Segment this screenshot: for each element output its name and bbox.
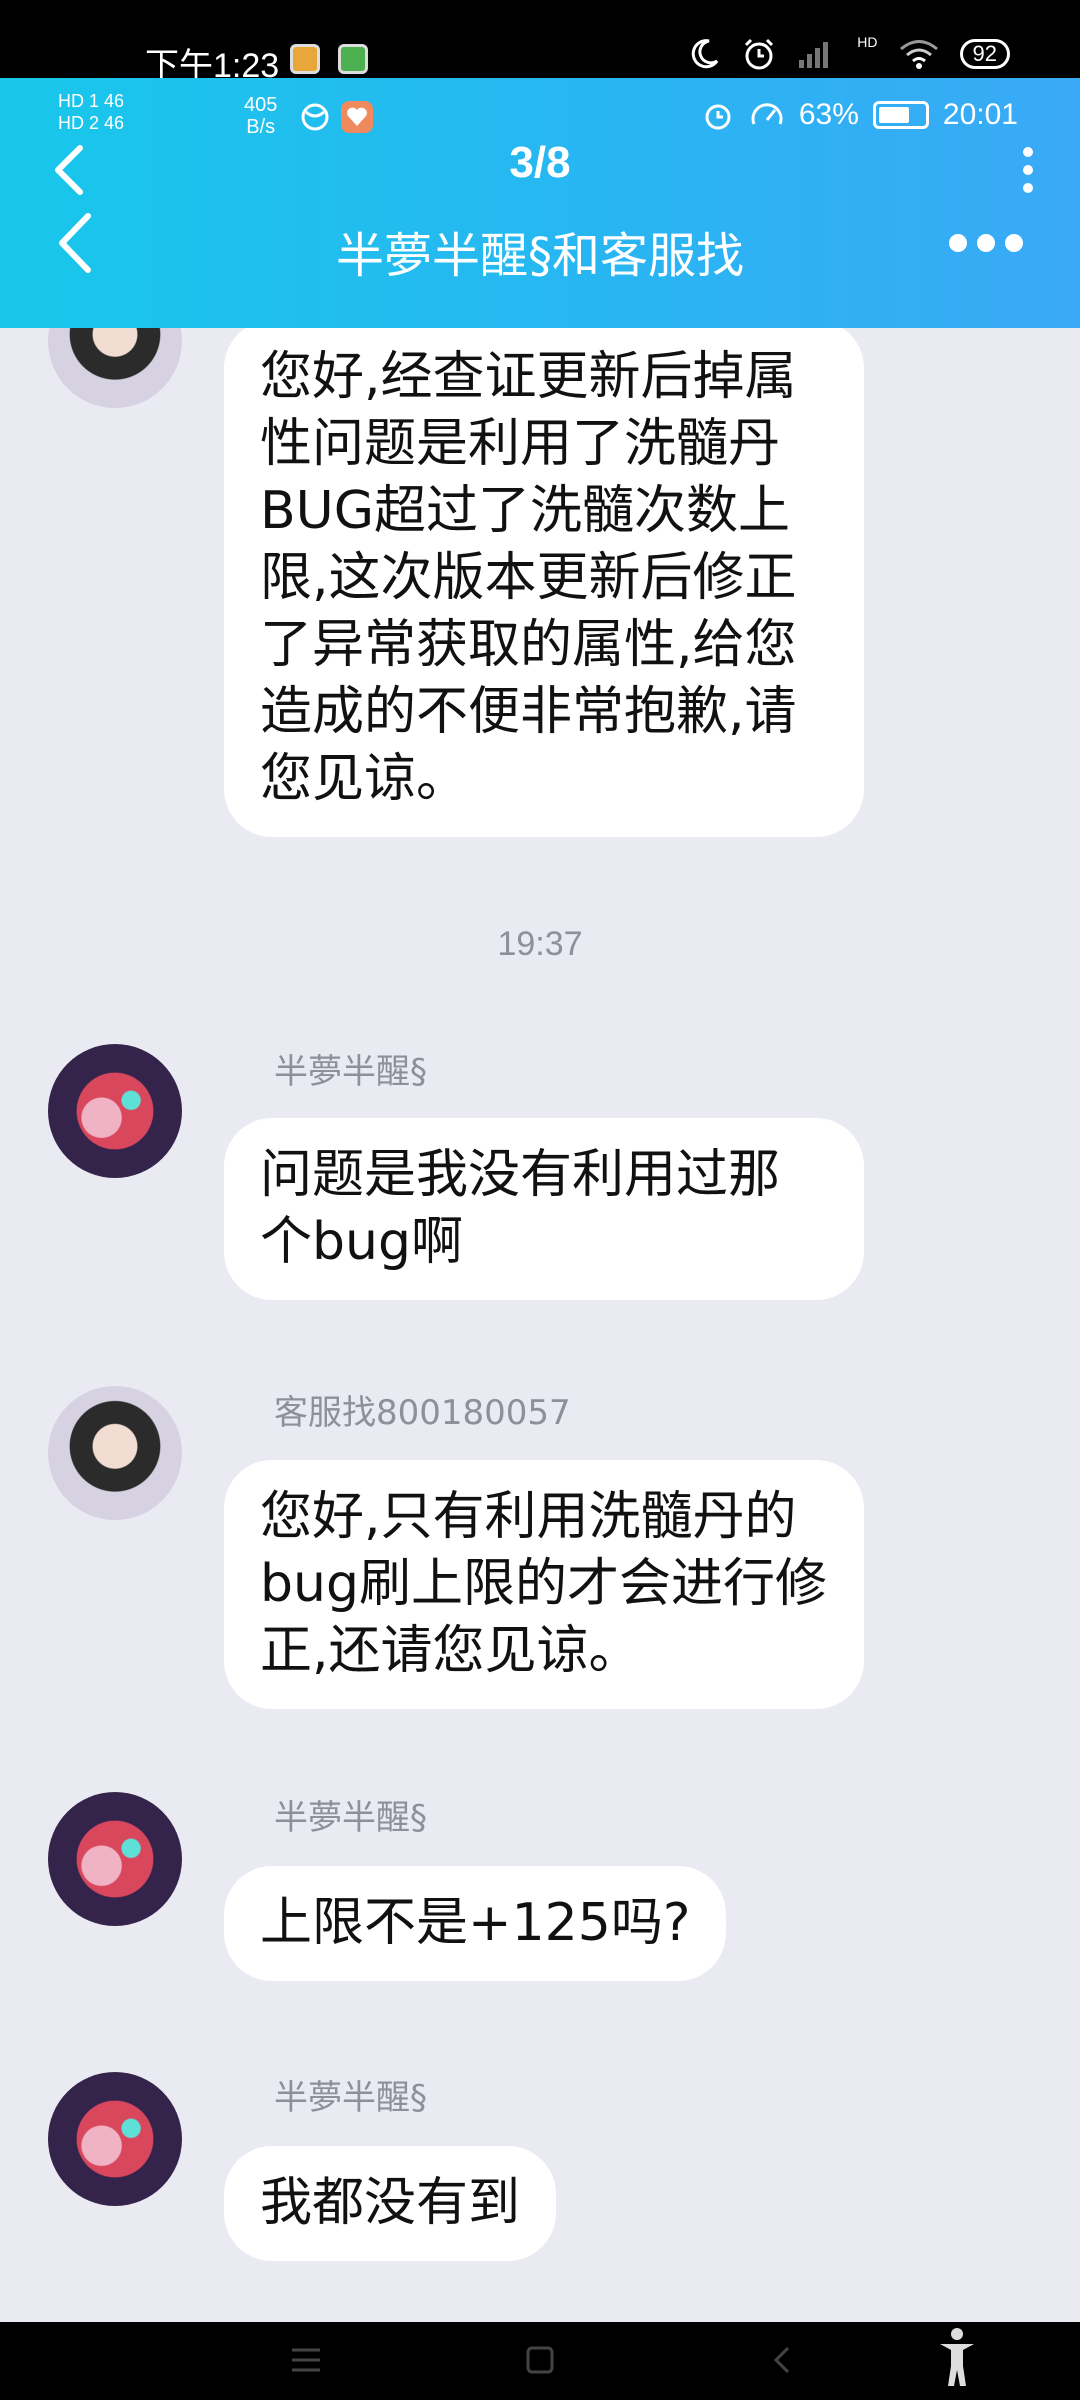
browser-app-icon — [301, 103, 329, 131]
more-vertical-icon[interactable] — [1020, 146, 1036, 194]
outer-status-bar: 下午1:23 HD 92 — [0, 0, 1080, 85]
wifi-icon — [899, 40, 938, 69]
inner-battery-icon — [872, 101, 929, 129]
network-speed: 405 B/s — [244, 94, 277, 138]
chat-header: HD 1 46 HD 2 46 405 B/s 63% 20:01 3/8 半夢… — [0, 78, 1080, 328]
inner-battery-percent: 63% — [798, 98, 859, 131]
more-horizontal-icon[interactable] — [948, 228, 1024, 258]
hd-label: HD — [857, 34, 878, 50]
message-bubble[interactable]: 上限不是+125吗? — [224, 1866, 727, 1981]
image-counter: 3/8 — [509, 138, 571, 187]
network-speed-value: 405 — [244, 94, 278, 116]
network-speed-unit: B/s — [246, 116, 276, 138]
message-bubble[interactable]: 问题是我没有利用过那个bug啊 — [224, 1118, 864, 1300]
agent-avatar[interactable] — [48, 1386, 182, 1520]
inner-alarm-icon — [705, 104, 731, 130]
outer-battery: 92 — [959, 39, 1010, 69]
chat-message-list[interactable]: 您好,经查证更新后掉属性问题是利用了洗髓丹BUG超过了洗髓次数上限,这次版本更新… — [0, 328, 1080, 2322]
system-navigation-bar — [0, 2322, 1080, 2400]
alarm-icon — [745, 38, 774, 70]
sim1-signal: HD 1 46 — [58, 91, 125, 111]
message-bubble[interactable]: 您好,只有利用洗髓丹的bug刷上限的才会进行修正,还请您见谅。 — [224, 1460, 864, 1709]
moon-icon — [692, 39, 719, 69]
health-app-icon — [341, 101, 373, 133]
chat-title: 半夢半醒§和客服找 — [335, 228, 744, 284]
wechat-notification-icon — [338, 44, 368, 74]
sender-name: 客服找800180057 — [274, 1393, 571, 1433]
user-avatar[interactable] — [48, 1044, 182, 1178]
sim-signal-info: HD 1 46 HD 2 46 — [58, 90, 124, 134]
notification-app-icon — [290, 44, 320, 74]
sender-name: 半夢半醒§ — [274, 1052, 427, 1092]
outer-status-icons: HD 92 — [687, 34, 1010, 72]
user-avatar[interactable] — [48, 2072, 182, 2206]
sender-name: 半夢半醒§ — [274, 1798, 427, 1838]
user-avatar[interactable] — [48, 1792, 182, 1926]
agent-avatar[interactable] — [48, 328, 182, 408]
sim2-signal: HD 2 46 — [58, 113, 125, 133]
home-icon[interactable] — [520, 2340, 560, 2380]
signal-icon — [799, 42, 829, 68]
message-timestamp: 19:37 — [497, 925, 583, 963]
inner-status-time: 20:01 — [942, 98, 1018, 131]
menu-icon[interactable] — [286, 2340, 326, 2380]
speedometer-icon — [751, 103, 783, 125]
sender-name: 半夢半醒§ — [274, 2078, 427, 2118]
inner-status-icons: 63% 20:01 — [701, 98, 1018, 132]
back-icon[interactable] — [762, 2340, 802, 2380]
message-bubble[interactable]: 您好,经查证更新后掉属性问题是利用了洗髓丹BUG超过了洗髓次数上限,这次版本更新… — [224, 328, 864, 837]
message-bubble[interactable]: 我都没有到 — [224, 2146, 557, 2261]
accessibility-icon[interactable] — [936, 2326, 978, 2390]
